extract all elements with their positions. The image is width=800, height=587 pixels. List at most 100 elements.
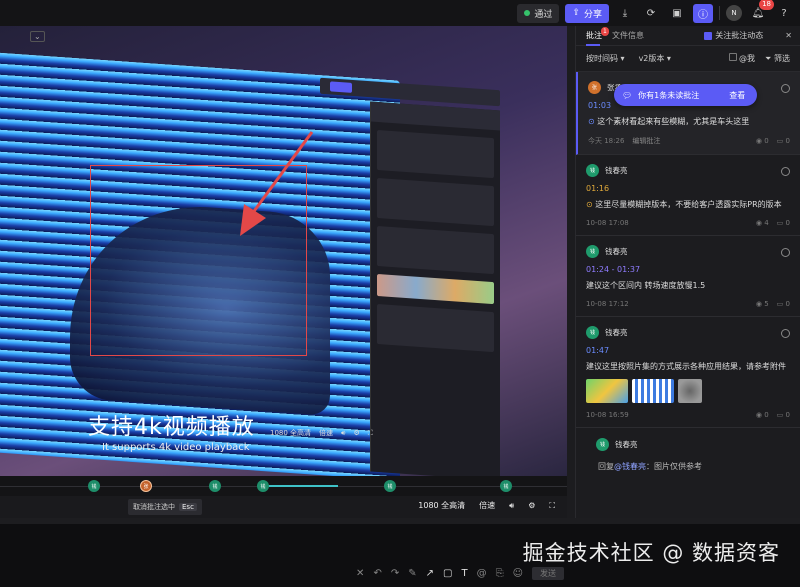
attachment-thumbnail[interactable] [678, 379, 702, 403]
comment-input-area[interactable]: ✕ ↶ ↷ ✎ ↗ ▢ T @ ⎘ ☺ 发送 掘金技术社区 @ 数据资客 [0, 518, 800, 587]
subtitle-english: It supports 4k video playback [102, 442, 250, 453]
mention-icon[interactable]: @ [477, 568, 487, 579]
emoji-icon[interactable]: ☺ [513, 568, 523, 579]
share-button[interactable]: ⇪ 分享 [565, 3, 609, 23]
filter-label: 筛选 [774, 54, 790, 63]
attachment-thumbnail[interactable] [632, 379, 674, 403]
gear-icon: ⚙ [353, 429, 360, 437]
pen-icon[interactable]: ✎ [408, 568, 416, 579]
comment-timecode[interactable]: 01:47 [586, 346, 790, 355]
views-count: ◉ 5 [756, 300, 769, 308]
pass-label: 通过 [534, 9, 553, 20]
info-icon[interactable]: ⓘ [693, 3, 713, 23]
reply-mention[interactable]: @钱春亮 [614, 462, 646, 471]
image-icon[interactable]: ▣ [667, 4, 687, 23]
zoom-select[interactable]: ⌄ [0, 31, 45, 42]
resolve-radio[interactable] [781, 84, 790, 93]
replies-count[interactable]: ▭ 0 [777, 137, 790, 145]
video-viewport[interactable]: ⌄ 支持4k视频播放 It supports 4k video playback… [0, 26, 567, 476]
bell-icon[interactable]: 🔔︎ 18 [748, 0, 774, 23]
send-button[interactable]: 发送 [532, 567, 564, 580]
reply-prefix: 回复 [598, 462, 614, 471]
unread-notification[interactable]: 💬︎ 你有1条未读批注 查看 [614, 84, 758, 106]
replies-value: 0 [785, 219, 790, 227]
view-button[interactable]: 查看 [729, 90, 745, 101]
esc-key: Esc [179, 503, 197, 511]
chevron-down-icon: ⌄ [30, 31, 45, 42]
reply-item[interactable]: 钱 钱春亮 回复@钱春亮：图片仅供参考 [576, 428, 800, 482]
replies-count[interactable]: ▭ 0 [777, 219, 790, 227]
text-tool-icon[interactable]: T [461, 568, 467, 579]
comment-date: 10-08 17:12 [586, 300, 629, 308]
comment-card[interactable]: 钱 钱春亮 01:47 建议这里按照片集的方式展示各种应用结果，请参考附件 10… [576, 317, 800, 428]
redo-icon[interactable]: ↷ [391, 568, 399, 579]
timeline-marker[interactable]: 钱 [88, 480, 100, 492]
undo-icon[interactable]: ↶ [373, 568, 381, 579]
fullscreen-icon: ⛶ [367, 428, 373, 437]
filter-button[interactable]: ⏷ 筛选 [765, 53, 790, 64]
inner-player-controls: 1080 全高清 倍速 🔊︎ ⚙ ⛶ [270, 424, 400, 442]
views-count: ◉ 0 [756, 411, 769, 419]
gear-icon[interactable]: ⚙ [528, 501, 535, 510]
resolve-radio[interactable] [781, 248, 790, 257]
subtitle-chinese: 支持4k视频播放 [88, 415, 255, 440]
attachment-list [586, 379, 790, 403]
resolve-radio[interactable] [781, 329, 790, 338]
notification-badge: 18 [759, 0, 774, 10]
reply-text: ：图片仅供参考 [646, 462, 702, 471]
comment-timecode[interactable]: 01:24 - 01:37 [586, 265, 790, 274]
annotation-timeline[interactable]: 钱 张 钱 钱 钱 钱 [0, 476, 567, 496]
version-icon[interactable]: ⟳ [641, 4, 661, 23]
timeline-marker[interactable]: 钱 [257, 480, 269, 492]
close-icon[interactable]: ✕ [356, 568, 364, 579]
mine-filter[interactable]: @我 [728, 53, 755, 64]
download-icon[interactable]: ⤓ [615, 4, 635, 23]
sort-select[interactable]: 按时间码 ▾ [586, 53, 625, 64]
reply-icon: ▭ [776, 300, 784, 308]
app-window: 通过 ⇪ 分享 ⤓ ⟳ ▣ ⓘ N 🔔︎ 18 ? ⌄ 支持4k视频播放 It … [0, 0, 800, 587]
comment-card[interactable]: 钱 钱春亮 01:16 ⊙ 这里尽量模糊掉版本，不要给客户透露实际PR的版本 1… [576, 155, 800, 236]
version-select[interactable]: v2版本 ▾ [639, 53, 671, 64]
attachment-thumbnail[interactable] [586, 379, 628, 403]
follow-toggle[interactable]: 关注批注动态 [704, 30, 763, 41]
replies-count[interactable]: ▭ 0 [777, 411, 790, 419]
eye-icon: ◉ [755, 219, 762, 227]
timeline-marker[interactable]: 钱 [209, 480, 221, 492]
timeline-range [262, 485, 338, 487]
views-value: 4 [764, 219, 769, 227]
attachment-icon[interactable]: ⎘ [496, 568, 504, 579]
rectangle-tool-icon[interactable]: ▢ [443, 568, 452, 579]
inner-panel-preview [370, 101, 500, 476]
replies-count[interactable]: ▭ 0 [777, 300, 790, 308]
tab-file-info[interactable]: 文件信息 [612, 30, 644, 41]
views-value: 0 [764, 411, 769, 419]
edit-comment-link[interactable]: 编辑批注 [632, 136, 660, 146]
comments-panel: 批注 1 文件信息 关注批注动态 ✕ 按时间码 ▾ v2版本 ▾ @我 ⏷ 筛选… [575, 26, 800, 518]
help-icon[interactable]: ? [774, 4, 794, 23]
chat-bubble-icon: 💬︎ [622, 90, 633, 100]
comment-timecode[interactable]: 01:16 [586, 184, 790, 193]
quality-select[interactable]: 1080 全高清 [418, 500, 465, 511]
fullscreen-icon[interactable]: ⛶ [549, 501, 555, 511]
pass-button[interactable]: 通过 [517, 3, 560, 23]
arrow-tool-icon[interactable]: ↗ [426, 568, 434, 579]
annotation-arrow-icon[interactable] [230, 126, 320, 246]
views-count: ◉ 0 [756, 137, 769, 145]
avatar: 钱 [586, 244, 599, 258]
tab-comments[interactable]: 批注 [586, 30, 602, 46]
filter-bar: 按时间码 ▾ v2版本 ▾ @我 ⏷ 筛选 [576, 46, 800, 72]
speed-select[interactable]: 倍速 [479, 500, 495, 511]
drawing-toolbar: ✕ ↶ ↷ ✎ ↗ ▢ T @ ⎘ ☺ 发送 [356, 567, 564, 580]
views-value: 5 [764, 300, 769, 308]
divider [719, 6, 720, 20]
panel-tabs: 批注 1 文件信息 关注批注动态 ✕ [576, 26, 800, 46]
resolve-radio[interactable] [781, 167, 790, 176]
timeline-marker[interactable]: 张 [140, 480, 152, 492]
close-icon[interactable]: ✕ [785, 31, 792, 40]
user-avatar[interactable]: N [726, 5, 742, 21]
avatar: 张 [588, 80, 601, 94]
timeline-marker[interactable]: 钱 [500, 480, 512, 492]
volume-icon[interactable]: 🔊︎ [509, 501, 514, 511]
timeline-marker[interactable]: 钱 [384, 480, 396, 492]
comment-card[interactable]: 钱 钱春亮 01:24 - 01:37 建议这个区间内 转场速度放慢1.5 10… [576, 236, 800, 317]
